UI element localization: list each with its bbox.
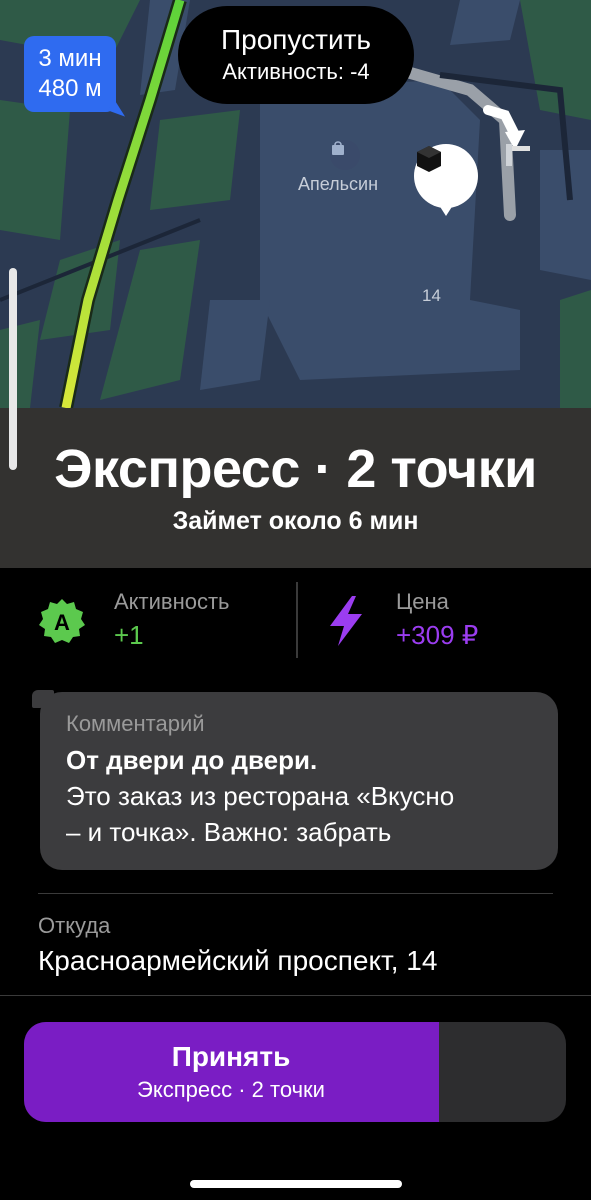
map-view[interactable]: 3 мин 480 м Пропустить Активность: -4 Ап… — [0, 0, 591, 408]
order-duration: Займет около 6 мин — [172, 507, 419, 535]
comment-bubble: Комментарий От двери до двери. Это заказ… — [32, 690, 558, 870]
eta-badge: 3 мин 480 м — [24, 36, 116, 112]
accept-label: Принять — [171, 1041, 291, 1072]
stats-separator — [296, 582, 298, 658]
comment-label: Комментарий — [66, 711, 205, 736]
shopping-bag-icon[interactable] — [330, 140, 360, 170]
divider — [0, 995, 591, 996]
order-title: Экспресс · 2 точки — [54, 439, 537, 499]
activity-value: +1 — [114, 620, 144, 650]
from-address: Красноармейский проспект, 14 — [38, 945, 438, 976]
skip-activity: Активность: -4 — [222, 59, 370, 84]
activity-badge-icon: A — [38, 598, 86, 646]
activity-label: Активность — [114, 589, 230, 614]
accept-sublabel: Экспресс · 2 точки — [137, 1077, 325, 1102]
skip-button[interactable]: Пропустить Активность: -4 — [178, 6, 414, 104]
eta-distance: 480 м — [38, 75, 102, 102]
comment-line-1: Это заказ из ресторана «Вкусно — [66, 781, 455, 811]
activity-badge-letter: A — [54, 610, 70, 635]
sheet-drag-handle[interactable] — [9, 268, 17, 470]
divider — [38, 893, 553, 894]
package-icon — [417, 146, 441, 172]
home-indicator[interactable] — [190, 1180, 402, 1188]
eta-time: 3 мин — [38, 45, 102, 72]
comment-line-2: – и точка». Важно: забрать — [66, 817, 392, 847]
pickup-pin[interactable] — [414, 144, 478, 216]
from-label: Откуда — [38, 913, 111, 938]
accept-button[interactable]: Принять Экспресс · 2 точки — [24, 1022, 566, 1122]
comment-heading: От двери до двери. — [66, 745, 318, 775]
lightning-icon — [326, 596, 366, 651]
building-number: 14 — [422, 286, 441, 305]
price-label: Цена — [396, 589, 449, 614]
price-value: +309 ₽ — [396, 620, 479, 650]
poi-label: Апельсин — [298, 174, 379, 194]
skip-label: Пропустить — [221, 24, 371, 55]
